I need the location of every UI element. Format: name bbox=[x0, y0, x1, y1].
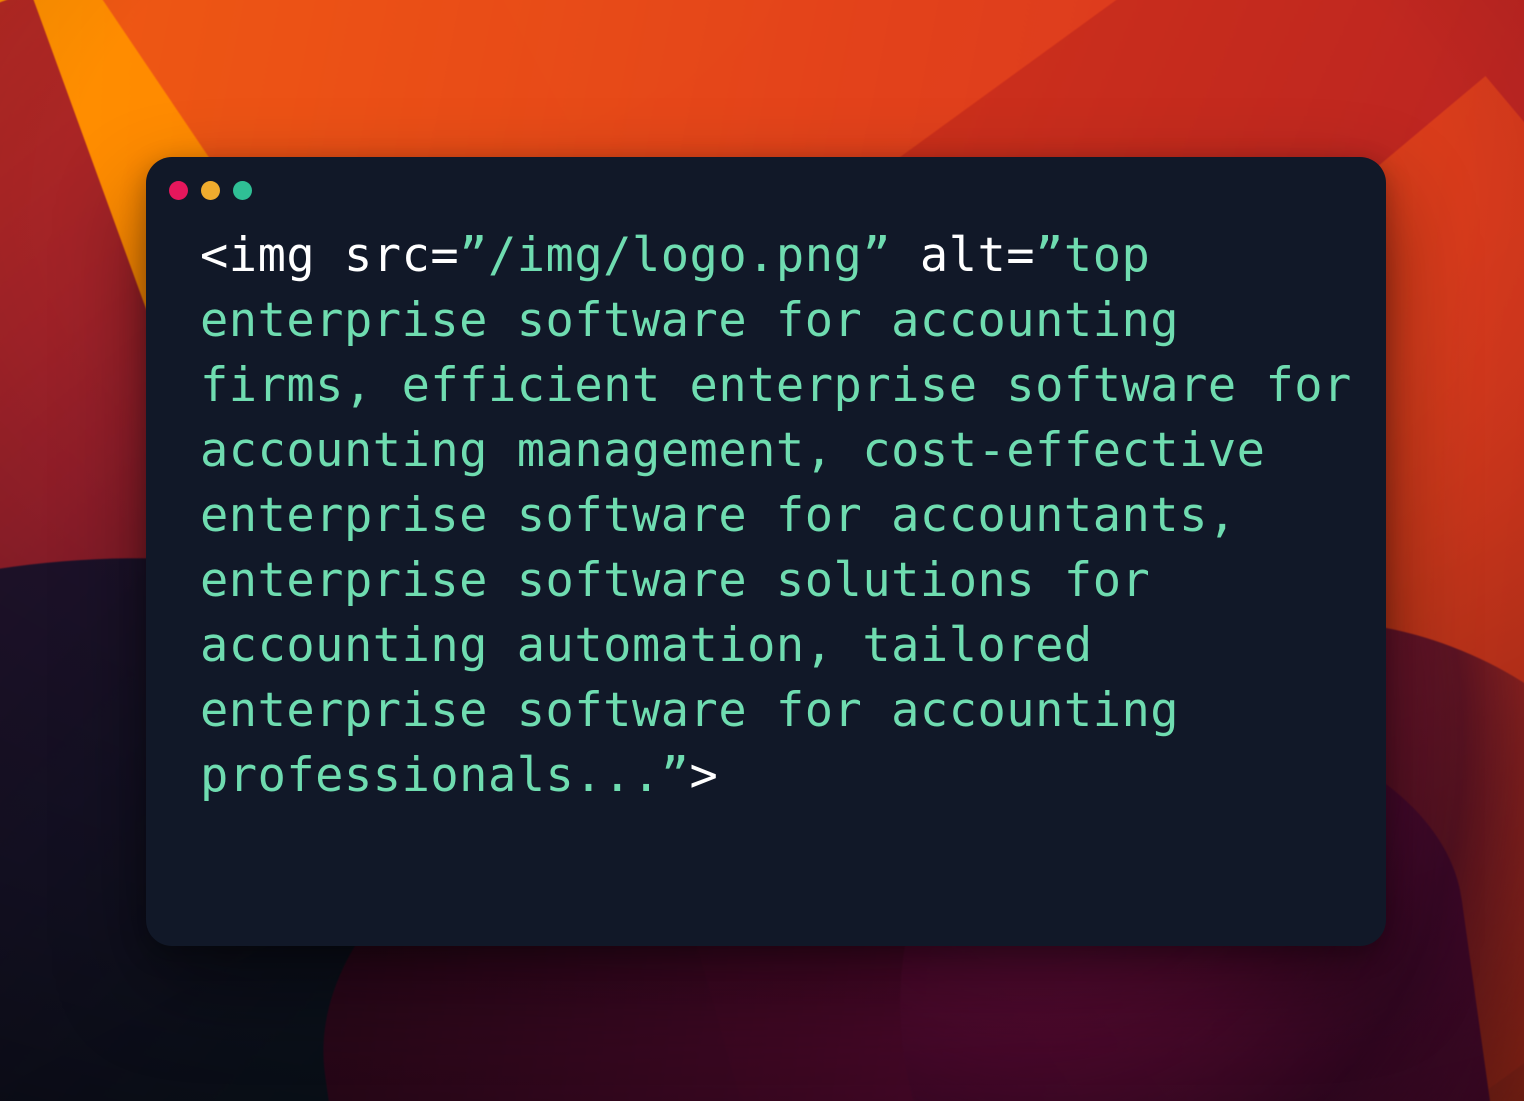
code-token-string-3: ”top enterprise software for accounting … bbox=[200, 228, 1381, 803]
code-token-string-1: ”/img/logo.png” bbox=[459, 228, 892, 283]
maximize-button[interactable] bbox=[233, 180, 252, 200]
code-token-tag-4: > bbox=[689, 748, 719, 803]
window-titlebar[interactable] bbox=[146, 157, 1386, 223]
code-snippet: <img src=”/img/logo.png” alt=”top enterp… bbox=[200, 223, 1352, 808]
code-editor-body[interactable]: <img src=”/img/logo.png” alt=”top enterp… bbox=[146, 223, 1386, 808]
code-window[interactable]: <img src=”/img/logo.png” alt=”top enterp… bbox=[146, 157, 1386, 946]
minimize-button[interactable] bbox=[201, 180, 220, 200]
code-token-tag-2: alt= bbox=[891, 228, 1036, 283]
close-button[interactable] bbox=[169, 180, 188, 200]
code-token-tag-0: <img src= bbox=[200, 228, 460, 283]
